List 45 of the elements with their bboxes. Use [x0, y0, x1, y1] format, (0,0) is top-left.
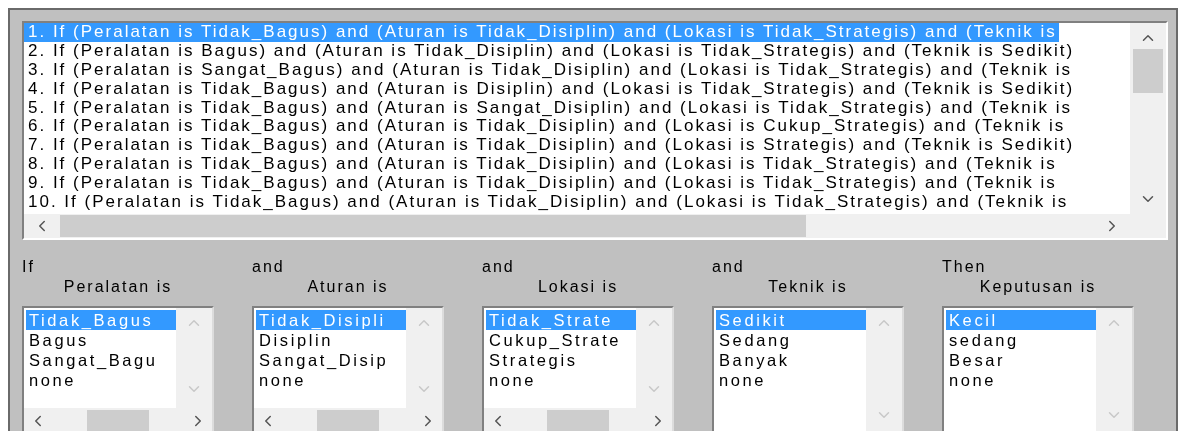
scrollbar-thumb[interactable]	[317, 410, 379, 431]
membership-item[interactable]: sedang	[946, 330, 1096, 350]
rule-item[interactable]: 5. If (Peralatan is Tidak_Bagus) and (Aturan is Sangat_Disiplin) and (Lokasi is Tidak_Strategis) and (Teknik is	[24, 98, 1075, 118]
membership-item[interactable]: none	[26, 370, 176, 390]
scrollbar-thumb[interactable]	[1133, 49, 1163, 93]
membership-list[interactable]: Tidak_Bagus Bagus Sangat_Bagu none	[22, 306, 214, 431]
connector-label: and	[712, 258, 745, 277]
membership-item[interactable]: none	[716, 370, 866, 390]
rule-item[interactable]: 4. If (Peralatan is Tidak_Bagus) and (Aturan is Disiplin) and (Lokasi is Tidak_Strategis) and (Teknik is Sedikit)	[24, 79, 1077, 99]
membership-list[interactable]: Tidak_Strate Cukup_Strate Strategis none	[482, 306, 674, 431]
rule-item[interactable]: 3. If (Peralatan is Sangat_Bagus) and (Aturan is Tidak_Disiplin) and (Lokasi is Tidak_Strategis) and (Teknik is	[24, 60, 1075, 80]
scrollbar-thumb[interactable]	[87, 410, 149, 431]
rule-item[interactable]: 9. If (Peralatan is Tidak_Bagus) and (Aturan is Tidak_Disiplin) and (Lokasi is Tidak_Strategis) and (Teknik is	[24, 174, 1059, 193]
membership-list[interactable]: Sedikit Sedang Banyak none	[712, 306, 904, 431]
connector-label: Then	[942, 258, 987, 277]
membership-item[interactable]: Sedang	[716, 330, 866, 350]
variable-label: Peralatan is	[63, 278, 173, 296]
variable-label: Lokasi is	[537, 278, 619, 296]
connector-label: and	[482, 258, 515, 277]
rule-item[interactable]: 6. If (Peralatan is Tidak_Bagus) and (Aturan is Tidak_Disiplin) and (Lokasi is Cukup_Strategis) and (Teknik is	[24, 117, 1068, 137]
membership-item[interactable]: Sangat_Disip	[256, 350, 406, 370]
variable-label: Aturan is	[307, 278, 389, 296]
variable-label: Teknik is	[768, 278, 848, 296]
variable-label: Keputusan is	[979, 278, 1097, 296]
rule-item[interactable]: 8. If (Peralatan is Tidak_Bagus) and (Aturan is Tidak_Disiplin) and (Lokasi is Tidak_Strategis) and (Teknik is	[24, 155, 1059, 175]
membership-item[interactable]: none	[486, 370, 636, 390]
rule-item[interactable]: 10. If (Peralatan is Tidak_Bagus) and (Aturan is Tidak_Disiplin) and (Lokasi is Tidak_Strategis) and (Teknik is	[24, 193, 1071, 212]
scrollbar-thumb[interactable]	[60, 215, 806, 237]
membership-list[interactable]: Kecil sedang Besar none	[942, 306, 1134, 431]
membership-item[interactable]: Banyak	[716, 350, 866, 370]
membership-item[interactable]: Strategis	[486, 350, 636, 370]
membership-item[interactable]: Cukup_Strate	[486, 330, 636, 350]
membership-item[interactable]: Disiplin	[256, 330, 406, 350]
membership-item[interactable]: Bagus	[26, 330, 176, 350]
connector-label: and	[252, 258, 285, 277]
scrollbar-thumb[interactable]	[547, 410, 609, 431]
membership-item[interactable]: none	[256, 370, 406, 390]
membership-list[interactable]: Tidak_Disipli Disiplin Sangat_Disip none	[252, 306, 444, 431]
rule-item[interactable]: 7. If (Peralatan is Tidak_Bagus) and (Aturan is Tidak_Disiplin) and (Lokasi is Strategis) and (Teknik is Sedikit)	[24, 136, 1077, 156]
membership-item[interactable]: Sangat_Bagu	[26, 350, 176, 370]
rule-item[interactable]: 2. If (Peralatan is Bagus) and (Aturan is Tidak_Disiplin) and (Lokasi is Tidak_Strategis) and (Teknik is Sedikit)	[24, 41, 1077, 61]
connector-label: If	[22, 258, 35, 277]
rule-list[interactable]	[22, 21, 1168, 240]
membership-item[interactable]: Besar	[946, 350, 1096, 370]
membership-item[interactable]: none	[946, 370, 1096, 390]
